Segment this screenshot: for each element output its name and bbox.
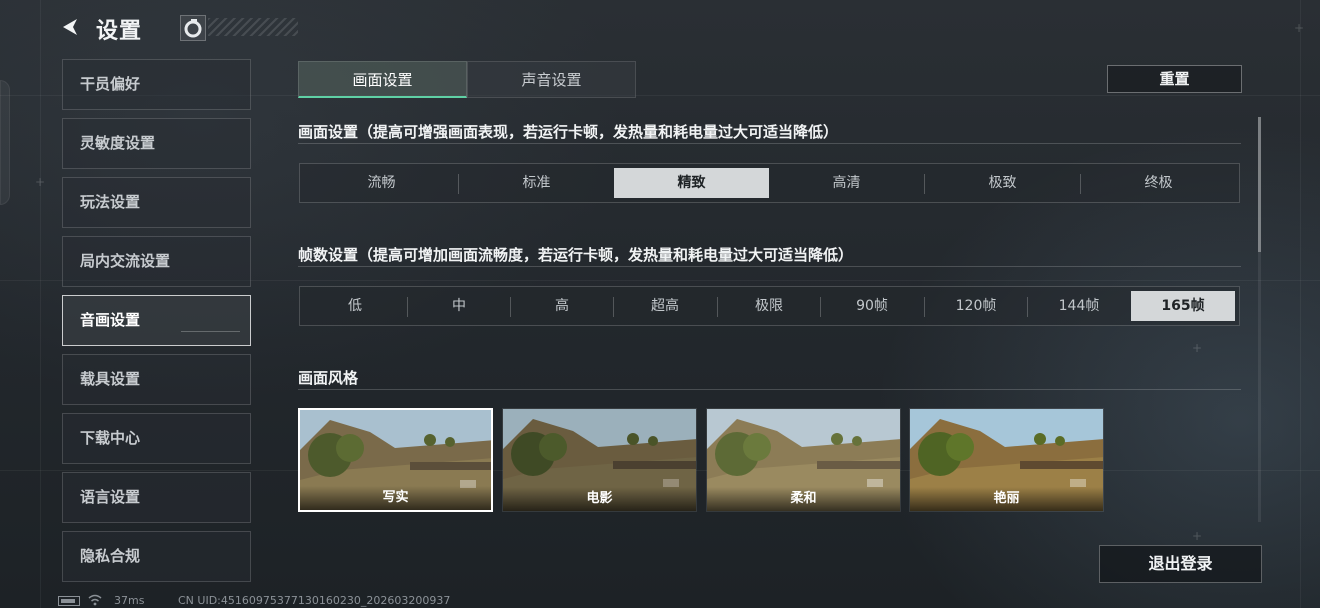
sidebar-item-operator-preferences[interactable]: 干员偏好 [62, 59, 251, 110]
quality-option-extreme[interactable]: 极致 [926, 168, 1079, 198]
quality-option-standard[interactable]: 标准 [460, 168, 613, 198]
tab-display-settings[interactable]: 画面设置 [298, 61, 467, 98]
sidebar-item-label: 干员偏好 [80, 75, 141, 93]
style-option-realistic[interactable]: 写实 [298, 408, 493, 512]
sidebar-item-label: 载具设置 [80, 370, 141, 388]
bg-plus-mark: + [1192, 341, 1203, 355]
sidebar-item-privacy[interactable]: 隐私合规 [62, 531, 251, 582]
style-section-title: 画面风格 [298, 369, 359, 387]
sidebar-item-language[interactable]: 语言设置 [62, 472, 251, 523]
section-divider [298, 143, 1241, 144]
sidebar-item-label: 玩法设置 [80, 193, 141, 211]
bg-grid-line [1300, 0, 1301, 608]
ping-value: 37ms [114, 594, 145, 607]
style-option-soft[interactable]: 柔和 [706, 408, 901, 512]
sidebar-item-vehicle[interactable]: 载具设置 [62, 354, 251, 405]
section-divider [298, 389, 1241, 390]
sidebar-item-audio-video[interactable]: 音画设置 [62, 295, 251, 346]
framerate-section-title: 帧数设置（提高可增加画面流畅度，若运行卡顿，发热量和耗电量过大可适当降低） [298, 246, 854, 264]
reset-button[interactable]: 重置 [1107, 65, 1242, 93]
page-title: 设置 [96, 19, 143, 44]
settings-tabs: 画面设置 声音设置 [298, 61, 637, 98]
sidebar-item-label: 灵敏度设置 [80, 134, 156, 152]
framerate-option-90fps[interactable]: 90帧 [821, 291, 923, 321]
section-divider [298, 266, 1241, 267]
framerate-option-high[interactable]: 高 [511, 291, 613, 321]
quality-selector: 流畅 标准 精致 高清 极致 终极 [299, 163, 1240, 203]
framerate-option-144fps[interactable]: 144帧 [1028, 291, 1130, 321]
framerate-selector: 低 中 高 超高 极限 90帧 120帧 144帧 165帧 [299, 286, 1240, 326]
header: 设置 [58, 10, 302, 46]
edge-pull-tab [0, 80, 10, 205]
sidebar-item-label: 语言设置 [80, 488, 141, 506]
user-uid: CN UID:45160975377130160230_202603200937 [178, 594, 451, 607]
style-label: 艳丽 [910, 487, 1103, 511]
style-option-vivid[interactable]: 艳丽 [909, 408, 1104, 512]
style-option-cinematic[interactable]: 电影 [502, 408, 697, 512]
quality-option-ultimate[interactable]: 终极 [1082, 168, 1235, 198]
framerate-option-ultra[interactable]: 超高 [614, 291, 716, 321]
tab-sound-settings[interactable]: 声音设置 [467, 61, 636, 98]
framerate-option-165fps[interactable]: 165帧 [1131, 291, 1235, 321]
framerate-option-low[interactable]: 低 [304, 291, 406, 321]
grenade-icon [180, 15, 206, 41]
quality-option-smooth[interactable]: 流畅 [305, 168, 458, 198]
style-label: 写实 [300, 486, 491, 510]
bg-plus-mark: + [35, 175, 46, 189]
framerate-option-medium[interactable]: 中 [408, 291, 510, 321]
framerate-option-limit[interactable]: 极限 [718, 291, 820, 321]
sidebar-item-label: 音画设置 [80, 311, 141, 329]
quality-option-hd[interactable]: 高清 [770, 168, 923, 198]
quality-option-fine[interactable]: 精致 [614, 168, 769, 198]
quality-section-title: 画面设置（提高可增强画面表现，若运行卡顿，发热量和耗电量过大可适当降低） [298, 123, 839, 141]
header-hatch-decoration [208, 18, 298, 36]
sidebar-item-download-center[interactable]: 下载中心 [62, 413, 251, 464]
framerate-option-120fps[interactable]: 120帧 [925, 291, 1027, 321]
scrollbar-thumb[interactable] [1258, 117, 1261, 252]
logout-button[interactable]: 退出登录 [1099, 545, 1262, 583]
bg-grid-line [40, 0, 41, 608]
wifi-icon [88, 594, 102, 606]
option-divider [1080, 174, 1081, 194]
sidebar-item-gameplay[interactable]: 玩法设置 [62, 177, 251, 228]
sidebar-item-sensitivity[interactable]: 灵敏度设置 [62, 118, 251, 169]
sidebar-item-label: 隐私合规 [80, 547, 141, 565]
sidebar-item-label: 局内交流设置 [80, 252, 171, 270]
bg-plus-mark: + [1192, 529, 1203, 543]
sidebar-item-in-match-communication[interactable]: 局内交流设置 [62, 236, 251, 287]
option-divider [458, 174, 459, 194]
style-label: 电影 [503, 487, 696, 511]
bg-plus-mark: + [1294, 21, 1305, 35]
chevron-left-icon[interactable] [58, 16, 80, 38]
option-divider [924, 174, 925, 194]
style-label: 柔和 [707, 487, 900, 511]
sidebar-item-label: 下载中心 [80, 429, 141, 447]
battery-icon [58, 596, 80, 606]
